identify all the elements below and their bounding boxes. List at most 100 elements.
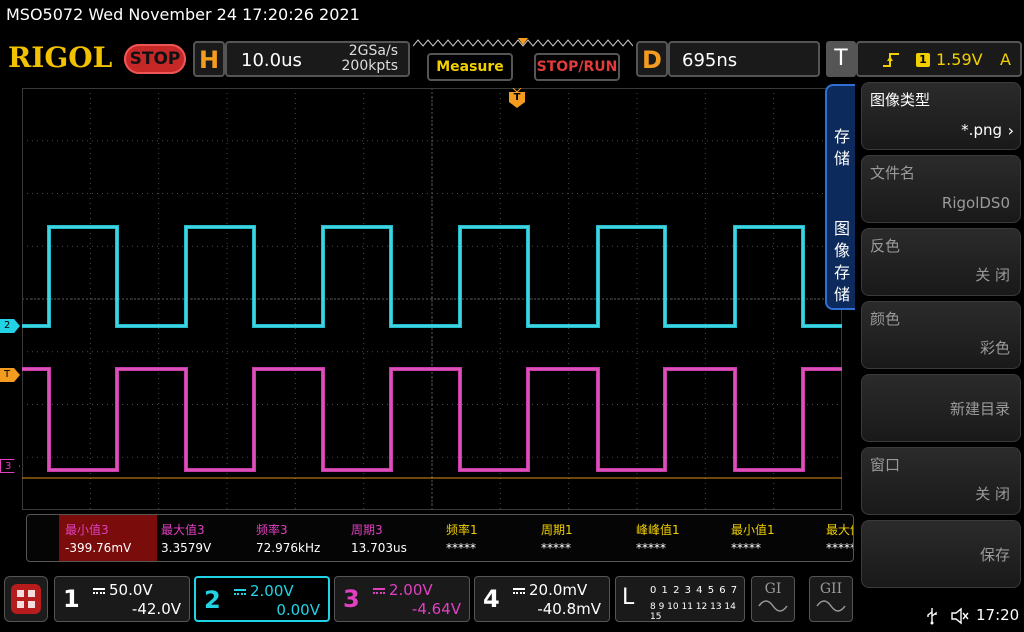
dc-coupling-icon [373, 587, 385, 594]
rising-edge-icon [883, 53, 899, 67]
waveform-grid[interactable] [22, 88, 842, 510]
run-state-badge[interactable]: STOP [124, 44, 186, 74]
menu-item-label: 文件名 [870, 164, 916, 182]
measurement-value: 3.3579V [161, 541, 212, 555]
usb-icon [927, 608, 937, 625]
title-line: MSO5072 Wed November 24 17:20:26 2021 [6, 5, 360, 24]
menu-item-label: 反色 [870, 237, 901, 255]
dc-coupling-icon [234, 588, 246, 595]
main-menu-button[interactable] [4, 576, 48, 622]
channel-number: 1 [63, 585, 80, 613]
measurement-value: ***** [826, 541, 854, 555]
channel-offset: -40.8mV [537, 600, 601, 618]
measurement-value: ***** [731, 541, 761, 555]
menu-tab-char: 存 [833, 263, 850, 282]
menu-tab-char: 储 [833, 285, 850, 304]
menu-item-value: 彩色 [979, 339, 1010, 357]
trigger-source: 1 [916, 53, 930, 67]
dc-coupling-icon [93, 587, 105, 594]
measurement-item[interactable]: 最小值1 ***** [725, 515, 820, 561]
menu-item-value: RigolDS0 [941, 194, 1010, 212]
side-menu: 图像类型 *.png › 文件名 RigolDS0 反色 关 闭 颜色 彩色 新… [855, 82, 1024, 592]
menu-item-value: 关 闭 [975, 485, 1010, 503]
measurement-item[interactable]: 频率1 ***** [440, 515, 535, 561]
logic-channels-row-1: 0 1 2 3 4 5 6 7 [650, 585, 739, 596]
menu-item-window[interactable]: 窗口 关 闭 [861, 447, 1021, 515]
measurement-value: ***** [446, 541, 476, 555]
logic-analyzer-label: L [622, 585, 635, 610]
menu-item-value: *.png [961, 121, 1002, 139]
trigger-position-strip[interactable] [413, 38, 633, 48]
brand-logo: RIGOL [8, 41, 113, 74]
measurement-value: -399.76mV [65, 541, 132, 555]
menu-item-color[interactable]: 颜色 彩色 [861, 301, 1021, 369]
menu-tab[interactable]: 存 储 图 像 存 储 [825, 84, 857, 310]
measurement-value: 13.703us [351, 541, 407, 555]
measurement-name: 最大值1 [826, 523, 853, 537]
measurement-item[interactable]: 周期3 13.703us [345, 515, 440, 561]
horizontal-label[interactable]: H [193, 41, 225, 77]
grid-menu-icon [11, 584, 41, 614]
menu-tab-char: 像 [833, 241, 850, 260]
trigger-marker-label: T [513, 92, 521, 103]
channel-scale: 20.0mV [513, 581, 587, 599]
trigger-box[interactable]: 1 1.59V A [856, 41, 1022, 77]
trigger-label[interactable]: T [826, 41, 856, 77]
menu-item-save[interactable]: 保存 [861, 520, 1021, 588]
delay-value: 695ns [682, 50, 738, 71]
measurement-name: 最小值3 [65, 523, 109, 537]
channel-4-box[interactable]: 4 20.0mV -40.8mV [474, 576, 610, 622]
measurement-item[interactable]: 峰峰值1 ***** [630, 515, 725, 561]
channel-scale-value: 2.00V [250, 582, 294, 600]
generator-2-button[interactable]: GII [809, 576, 853, 622]
delay-box[interactable]: 695ns [668, 41, 820, 77]
stop-run-button[interactable]: STOP/RUN [534, 53, 620, 81]
channel-1-box[interactable]: 1 50.0V -42.0V [54, 576, 190, 622]
measurement-name: 最小值1 [731, 523, 775, 537]
channel-2-marker[interactable]: 2 [0, 319, 20, 333]
menu-item-new-folder[interactable]: 新建目录 [861, 374, 1021, 442]
trigger-level-marker[interactable]: T [0, 368, 20, 382]
channel-scale: 2.00V [373, 581, 433, 599]
menu-item-image-type[interactable]: 图像类型 *.png › [861, 82, 1021, 150]
measurement-bar[interactable]: 最小值3 -399.76mV 最大值3 3.3579V 频率3 72.976kH… [26, 514, 854, 562]
measurement-name: 周期3 [351, 523, 383, 537]
trigger-mode: A [1000, 50, 1011, 69]
measurement-name: 频率1 [446, 523, 478, 537]
menu-tab-label-2: 图 像 存 储 [827, 218, 857, 306]
timebase-box[interactable]: 10.0us 2GSa/s 200kpts [225, 41, 410, 77]
menu-item-filename[interactable]: 文件名 RigolDS0 [861, 155, 1021, 223]
status-area: 17:20 [926, 605, 1024, 629]
menu-item-value: 关 闭 [975, 266, 1010, 284]
measurement-item[interactable]: 最大值1 ***** [820, 515, 854, 561]
logic-analyzer-box[interactable]: L 0 1 2 3 4 5 6 7 8 9 10 11 12 13 14 15 [615, 576, 745, 622]
delay-label[interactable]: D [636, 41, 668, 77]
measurement-value: ***** [636, 541, 666, 555]
channel-3-marker[interactable]: 3 [0, 459, 20, 473]
channel-scale-value: 20.0mV [529, 581, 588, 599]
generator-1-button[interactable]: GI [751, 576, 795, 622]
channel-offset: -4.64V [411, 600, 461, 618]
dc-coupling-icon [513, 587, 525, 594]
trigger-position-marker[interactable]: T [509, 87, 525, 108]
menu-tab-char: 储 [833, 149, 850, 168]
sample-rate: 2GSa/s [348, 43, 398, 59]
measurement-item[interactable]: 最小值3 -399.76mV [59, 515, 157, 561]
timebase-value: 10.0us [241, 50, 302, 71]
channel-number: 4 [483, 585, 500, 613]
channel-offset: -42.0V [131, 600, 181, 618]
measurement-item[interactable]: 周期1 ***** [535, 515, 630, 561]
channel-scale: 50.0V [93, 581, 153, 599]
measurement-value: ***** [541, 541, 571, 555]
channel-3-box[interactable]: 3 2.00V -4.64V [334, 576, 470, 622]
channel-2-box[interactable]: 2 2.00V 0.00V [194, 576, 330, 622]
measurement-item[interactable]: 频率3 72.976kHz [250, 515, 345, 561]
measurement-item[interactable]: 最大值3 3.3579V [155, 515, 250, 561]
chevron-right-icon: › [1007, 121, 1014, 140]
measurement-name: 周期1 [541, 523, 573, 537]
menu-item-label: 颜色 [870, 310, 901, 328]
generator-label: GI [764, 581, 782, 597]
speaker-muted-icon[interactable] [950, 607, 970, 625]
menu-item-invert[interactable]: 反色 关 闭 [861, 228, 1021, 296]
measure-button[interactable]: Measure [427, 53, 513, 81]
